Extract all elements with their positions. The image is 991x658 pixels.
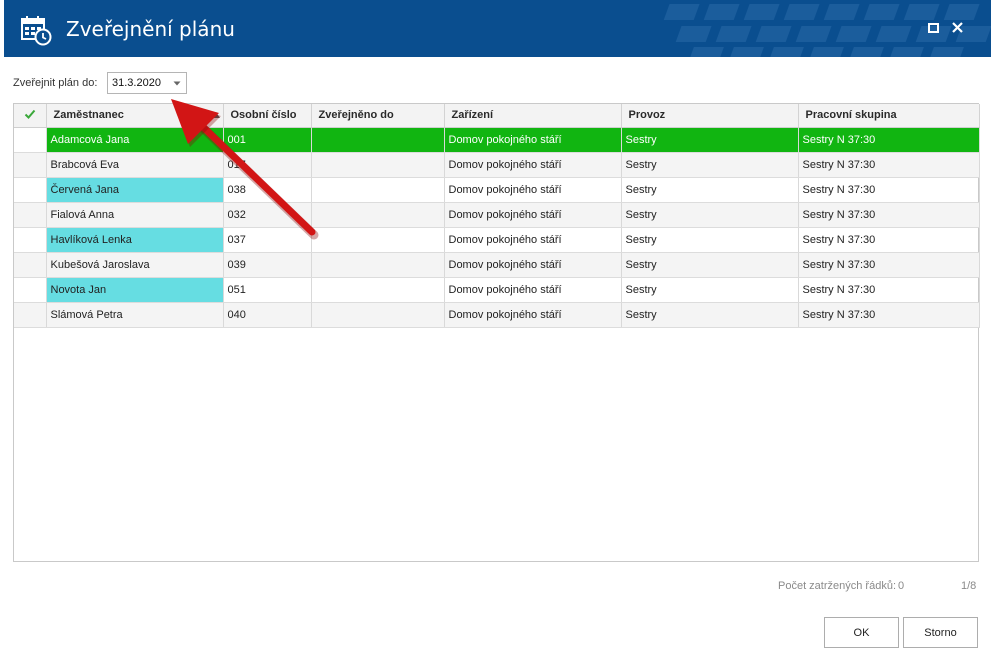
employee-cell[interactable]: Novota Jan <box>46 277 224 303</box>
published-until-cell[interactable] <box>311 127 445 153</box>
chevron-down-icon[interactable] <box>172 78 182 88</box>
column-header-published-until[interactable]: Zveřejněno do <box>311 104 445 128</box>
operation-cell[interactable]: Sestry <box>621 227 799 253</box>
checkmark-icon <box>24 109 36 119</box>
column-header-label: Zaměstnanec <box>53 109 124 122</box>
row-checkbox[interactable] <box>14 177 47 203</box>
column-header-operation[interactable]: Provoz <box>621 104 799 128</box>
table-row[interactable]: Kubešová Jaroslava 039 Domov pokojného s… <box>14 252 980 278</box>
row-checkbox[interactable] <box>14 252 47 278</box>
publish-date-combo[interactable]: 31.3.2020 <box>107 72 187 94</box>
sort-ascending-icon <box>211 112 220 118</box>
checked-rows-label: Počet zatržených řádků: <box>778 580 897 592</box>
checked-rows-count: 0 <box>898 580 905 592</box>
table-row[interactable]: Novota Jan 051 Domov pokojného stáří Ses… <box>14 277 980 303</box>
row-checkbox[interactable] <box>14 127 47 153</box>
work-group-cell[interactable]: Sestry N 37:30 <box>798 127 980 153</box>
column-header-label: Zveřejněno do <box>318 109 394 122</box>
personal-number-cell[interactable]: 038 <box>223 177 312 203</box>
published-until-cell[interactable] <box>311 302 445 328</box>
published-until-cell[interactable] <box>311 252 445 278</box>
close-icon[interactable] <box>950 20 966 36</box>
work-group-cell[interactable]: Sestry N 37:30 <box>798 302 980 328</box>
personal-number-cell[interactable]: 037 <box>223 227 312 253</box>
operation-cell[interactable]: Sestry <box>621 127 799 153</box>
table-row[interactable]: Slámová Petra 040 Domov pokojného stáří … <box>14 302 980 328</box>
table-header-row: Zaměstnanec Osobní číslo Zveřejněno do Z… <box>14 104 980 128</box>
column-header-label: Zařízení <box>451 109 494 122</box>
employee-cell[interactable]: Havlíková Lenka <box>46 227 224 253</box>
calendar-clock-icon <box>21 16 52 46</box>
personal-number-cell[interactable]: 039 <box>223 252 312 278</box>
operation-cell[interactable]: Sestry <box>621 177 799 203</box>
operation-cell[interactable]: Sestry <box>621 252 799 278</box>
row-checkbox[interactable] <box>14 277 47 303</box>
facility-cell[interactable]: Domov pokojného stáří <box>444 227 622 253</box>
dialog-title: Zveřejnění plánu <box>66 17 235 41</box>
column-header-label: Pracovní skupina <box>805 109 897 122</box>
column-header-check[interactable] <box>14 104 47 128</box>
work-group-cell[interactable]: Sestry N 37:30 <box>798 227 980 253</box>
row-checkbox[interactable] <box>14 202 47 228</box>
employee-cell[interactable]: Brabcová Eva <box>46 152 224 178</box>
employee-grid: Zaměstnanec Osobní číslo Zveřejněno do Z… <box>13 103 980 562</box>
column-header-personal-number[interactable]: Osobní číslo <box>223 104 312 128</box>
personal-number-cell[interactable]: 032 <box>223 202 312 228</box>
employee-cell[interactable]: Kubešová Jaroslava <box>46 252 224 278</box>
ok-button[interactable]: OK <box>824 617 899 648</box>
work-group-cell[interactable]: Sestry N 37:30 <box>798 252 980 278</box>
work-group-cell[interactable]: Sestry N 37:30 <box>798 202 980 228</box>
facility-cell[interactable]: Domov pokojného stáří <box>444 127 622 153</box>
dialog-title-bar: Zveřejnění plánu <box>4 0 991 57</box>
facility-cell[interactable]: Domov pokojného stáří <box>444 152 622 178</box>
facility-cell[interactable]: Domov pokojného stáří <box>444 277 622 303</box>
row-checkbox[interactable] <box>14 302 47 328</box>
operation-cell[interactable]: Sestry <box>621 152 799 178</box>
table-row[interactable]: Adamcová Jana 001 Domov pokojného stáří … <box>14 127 980 153</box>
published-until-cell[interactable] <box>311 227 445 253</box>
column-header-work-group[interactable]: Pracovní skupina <box>798 104 980 128</box>
personal-number-cell[interactable]: 017 <box>223 152 312 178</box>
table-row[interactable]: Fialová Anna 032 Domov pokojného stáří S… <box>14 202 980 228</box>
operation-cell[interactable]: Sestry <box>621 302 799 328</box>
maximize-icon[interactable] <box>926 20 942 36</box>
cancel-button[interactable]: Storno <box>903 617 978 648</box>
column-header-label: Osobní číslo <box>230 109 297 122</box>
row-position-indicator: 1/8 <box>961 580 977 592</box>
facility-cell[interactable]: Domov pokojného stáří <box>444 302 622 328</box>
employee-cell[interactable]: Červená Jana <box>46 177 224 203</box>
published-until-cell[interactable] <box>311 277 445 303</box>
personal-number-cell[interactable]: 001 <box>223 127 312 153</box>
work-group-cell[interactable]: Sestry N 37:30 <box>798 277 980 303</box>
published-until-cell[interactable] <box>311 202 445 228</box>
work-group-cell[interactable]: Sestry N 37:30 <box>798 152 980 178</box>
facility-cell[interactable]: Domov pokojného stáří <box>444 252 622 278</box>
facility-cell[interactable]: Domov pokojného stáří <box>444 177 622 203</box>
table-row[interactable]: Červená Jana 038 Domov pokojného stáří S… <box>14 177 980 203</box>
facility-cell[interactable]: Domov pokojného stáří <box>444 202 622 228</box>
employee-cell[interactable]: Slámová Petra <box>46 302 224 328</box>
column-header-label: Provoz <box>628 109 666 122</box>
operation-cell[interactable]: Sestry <box>621 202 799 228</box>
personal-number-cell[interactable]: 051 <box>223 277 312 303</box>
operation-cell[interactable]: Sestry <box>621 277 799 303</box>
employee-cell[interactable]: Fialová Anna <box>46 202 224 228</box>
personal-number-cell[interactable]: 040 <box>223 302 312 328</box>
published-until-cell[interactable] <box>311 152 445 178</box>
employee-table: Zaměstnanec Osobní číslo Zveřejněno do Z… <box>14 104 980 328</box>
table-row[interactable]: Havlíková Lenka 037 Domov pokojného stář… <box>14 227 980 253</box>
publish-date-label: Zveřejnit plán do: <box>13 77 98 89</box>
column-header-facility[interactable]: Zařízení <box>444 104 622 128</box>
row-checkbox[interactable] <box>14 227 47 253</box>
work-group-cell[interactable]: Sestry N 37:30 <box>798 177 980 203</box>
employee-cell[interactable]: Adamcová Jana <box>46 127 224 153</box>
table-row[interactable]: Brabcová Eva 017 Domov pokojného stáří S… <box>14 152 980 178</box>
published-until-cell[interactable] <box>311 177 445 203</box>
column-header-employee[interactable]: Zaměstnanec <box>46 104 224 128</box>
row-checkbox[interactable] <box>14 152 47 178</box>
publish-date-value: 31.3.2020 <box>112 77 161 89</box>
